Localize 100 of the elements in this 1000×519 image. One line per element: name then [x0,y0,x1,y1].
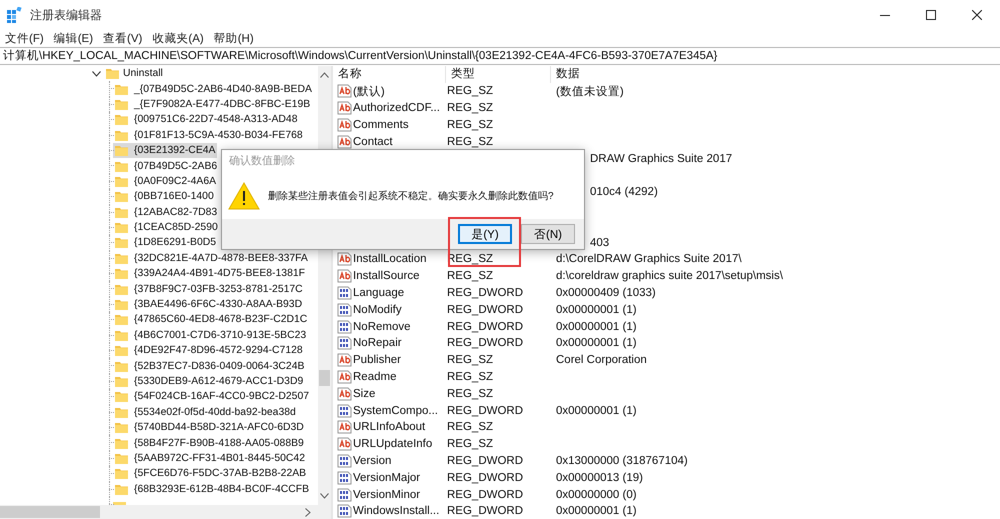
warning-icon [228,182,260,210]
tree-item[interactable]: {52B37EC7-D836-0409-0064-3C24B [113,358,306,374]
tree-item[interactable]: _{E7F9082A-E477-4DBC-8FBC-E19B [113,96,312,112]
value-name[interactable]: Comments [353,118,409,131]
value-name[interactable]: (默认) [353,84,385,99]
tree-item[interactable]: {5740BD44-B58D-321A-AFC0-6D3D [113,420,306,436]
folder-icon [115,191,128,202]
tree-item[interactable]: _{07B49D5C-2AB6-4D40-8A9B-BEDA [113,81,314,97]
tree-item[interactable]: Uninstall [123,68,163,80]
tree-item[interactable]: {5534e02f-0f5d-40dd-ba92-bea38d [113,404,298,420]
scroll-thumb[interactable] [0,506,100,518]
menu-item[interactable]: 收藏夹(A) [152,30,204,46]
value-data: 0x00000001 (1) [556,320,637,333]
tree-item[interactable]: {3BAE4496-6F6C-4330-A8AA-B93D [113,296,304,312]
tree-item[interactable]: {1D8E6291-B0D5 [113,235,218,251]
value-type: REG_SZ [447,438,494,450]
value-name[interactable]: Version [353,454,392,467]
tree-item[interactable]: {0A0F09C2-4A6A [113,174,218,190]
value-data: 0x00000001 (1) [556,505,637,518]
value-type: REG_SZ [447,421,494,434]
value-type: REG_SZ [447,136,494,148]
string-value-icon [337,84,352,98]
column-header[interactable]: 类型 [446,66,551,83]
tree-item[interactable]: {12ABAC82-7D83 [113,204,220,220]
tree-item[interactable]: {68B3293E-612B-48B4-BC0F-4CCFB [113,482,312,497]
folder-icon [115,284,128,295]
binary-value-icon [337,404,352,418]
value-data: 0x00000001 (1) [556,304,637,316]
string-value-icon [337,437,352,452]
value-data: Corel Corporation [556,354,647,366]
folder-icon [115,98,128,110]
column-header[interactable]: 数据 [551,66,1000,83]
value-name[interactable]: SystemCompo... [353,404,438,417]
folder-icon [115,160,128,172]
close-icon [972,10,982,20]
tree-item[interactable]: {4B6C7001-C7D6-3710-913E-5BC23 [113,328,308,344]
value-name[interactable]: URLInfoAbout [353,421,426,434]
folder-icon [115,130,128,141]
value-name[interactable]: AuthorizedCDF... [353,102,440,114]
folder-icon [115,391,128,402]
value-data: d:\coreldraw graphics suite 2017\setup\msis\ [556,270,783,282]
address-field[interactable]: 计算机\HKEY_LOCAL_MACHINE\SOFTWARE\Microsoft\Windows\CurrentVersion\Uninstall\{03E21392-CE4A-4FC6-B593-370E7A7E345A} [0,47,1000,65]
tree-item[interactable]: {0BB716E0-1400 [113,189,216,205]
binary-value-icon [337,488,352,502]
scroll-down-icon[interactable] [320,493,329,499]
value-name[interactable]: VersionMinor [353,488,420,501]
value-name[interactable]: NoRepair [353,337,402,350]
scroll-up-icon[interactable] [320,72,329,78]
tree-item[interactable]: {009751C6-22D7-4548-A313-AD48 [113,112,300,128]
value-name[interactable]: InstallLocation [353,253,427,266]
tree-item[interactable]: {37B8F9C7-03FB-3253-8781-2517C [113,281,305,297]
value-name[interactable]: InstallSource [353,270,420,282]
horizontal-scrollbar[interactable] [0,505,331,519]
tree-item[interactable]: {07B49D5C-2AB6 [113,158,220,174]
dialog-button[interactable]: 是(Y) [458,224,512,244]
tree-item[interactable]: {47865C60-4ED8-4678-B23F-C2D1C [113,312,310,328]
value-name[interactable]: NoModify [353,304,402,316]
tree-item[interactable]: {5AAB972C-FF31-4B01-8445-50C42 [113,450,307,466]
menu-item[interactable]: 查看(V) [103,30,142,46]
value-name[interactable]: WindowsInstall... [353,505,440,518]
expand-caret-icon[interactable] [92,70,101,77]
menu-item[interactable]: 文件(F) [5,30,44,46]
folder-icon [115,84,128,95]
value-type: REG_SZ [447,118,494,131]
value-type: REG_SZ [447,270,494,282]
string-value-icon [337,353,352,368]
value-name[interactable]: Publisher [353,354,401,366]
tree-item[interactable]: {58B4F27F-B90B-4188-AA05-088B9 [113,435,306,451]
menu-item[interactable]: 编辑(E) [54,30,94,46]
dialog-button[interactable]: 否(N) [521,224,575,244]
value-data: 0x00000000 (0) [556,488,637,501]
tree-item[interactable]: {1CEAC85D-2590 [113,220,220,236]
value-type: REG_DWORD [447,337,524,350]
value-name[interactable]: Readme [353,370,396,383]
column-header[interactable]: 名称 [333,66,446,83]
tree-item[interactable]: {54F024CB-16AF-4CC0-9BC2-D2507 [113,389,311,405]
scroll-thumb[interactable] [319,370,330,386]
tree-item[interactable]: {5330DEB9-A612-4679-ACC1-D3D9 [113,374,306,390]
tree-item[interactable]: {03E21392-CE4A [113,142,218,158]
value-name[interactable]: VersionMajor [353,472,420,484]
value-data: 0x13000000 (318767104) [556,454,688,467]
value-name[interactable]: URLUpdateInfo [353,438,432,450]
string-value-icon [337,420,352,434]
value-name[interactable]: Contact [353,136,393,148]
value-name[interactable]: NoRemove [353,320,411,333]
tree-item[interactable]: {339A24A4-4B91-4D75-BEE8-1381F [113,266,307,282]
folder-icon [115,222,128,234]
folder-icon [115,206,128,218]
value-name[interactable]: Language [353,286,404,299]
tree-item[interactable]: {5FCE6D76-F5DC-37AB-B2B8-22AB [113,466,308,482]
menu-item[interactable]: 帮助(H) [214,30,254,46]
tree-item[interactable]: {4DE92F47-8D96-4572-9294-C7128 [113,343,305,358]
value-type: REG_DWORD [447,505,524,518]
folder-icon [115,314,128,326]
tree-item[interactable]: {32DC821E-4A7D-4878-BEE8-337FA [113,250,310,266]
value-name[interactable]: Size [353,388,376,400]
value-type: REG_SZ [447,370,494,383]
scroll-right-icon[interactable] [305,508,311,517]
tree-item[interactable]: {01F81F13-5C9A-4530-B034-FE768 [113,128,305,143]
value-type: REG_DWORD [447,404,524,417]
